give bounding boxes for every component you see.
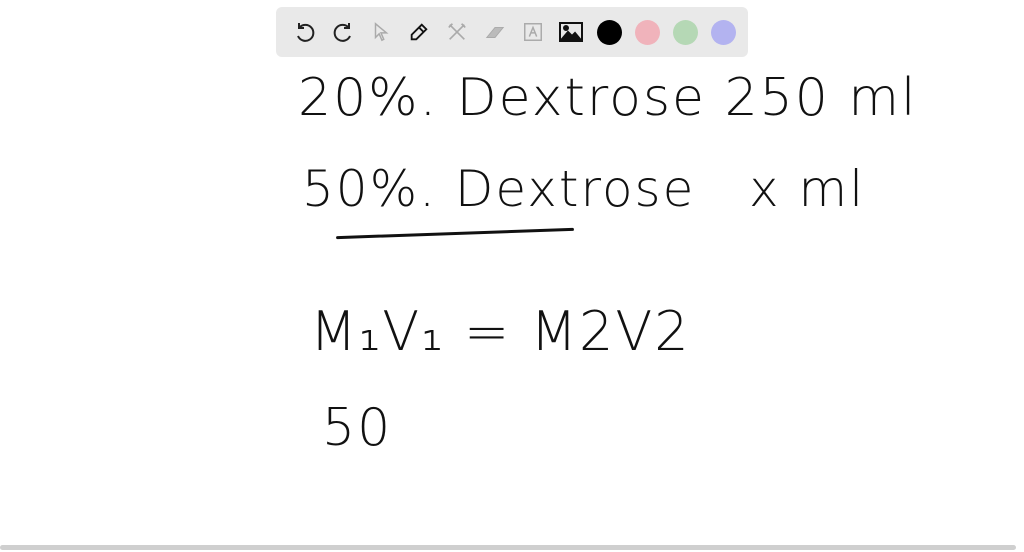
eraser-button[interactable] — [476, 13, 514, 51]
pen-icon — [410, 23, 428, 41]
select-icon — [374, 22, 389, 42]
color-pink[interactable] — [628, 13, 666, 51]
handwriting-line-1: 20%. Dextrose 250 ml — [298, 68, 918, 128]
color-black[interactable] — [590, 13, 628, 51]
color-purple[interactable] — [704, 13, 742, 51]
eraser-icon — [485, 26, 505, 38]
drawing-toolbar — [276, 7, 748, 57]
image-button[interactable] — [552, 13, 590, 51]
handwriting-line-2: 50%. Dextrose x ml — [302, 160, 866, 218]
select-button[interactable] — [362, 13, 400, 51]
undo-button[interactable] — [286, 13, 324, 51]
tools-icon — [448, 23, 466, 40]
redo-button[interactable] — [324, 13, 362, 51]
handwriting-line-3: M₁V₁ = M2V2 — [310, 300, 691, 363]
redo-icon — [333, 23, 351, 42]
underline — [336, 227, 574, 240]
tools-button[interactable] — [438, 13, 476, 51]
image-icon — [559, 22, 583, 42]
text-button[interactable] — [514, 13, 552, 51]
horizontal-scrollbar[interactable] — [0, 545, 1016, 550]
undo-icon — [297, 23, 315, 42]
color-swatch — [710, 19, 736, 45]
handwriting-line-4: 50 — [322, 398, 393, 458]
color-swatch — [596, 19, 622, 45]
text-icon — [524, 23, 542, 41]
color-swatch — [672, 19, 698, 45]
color-green[interactable] — [666, 13, 704, 51]
color-swatch — [634, 19, 660, 45]
pen-button[interactable] — [400, 13, 438, 51]
